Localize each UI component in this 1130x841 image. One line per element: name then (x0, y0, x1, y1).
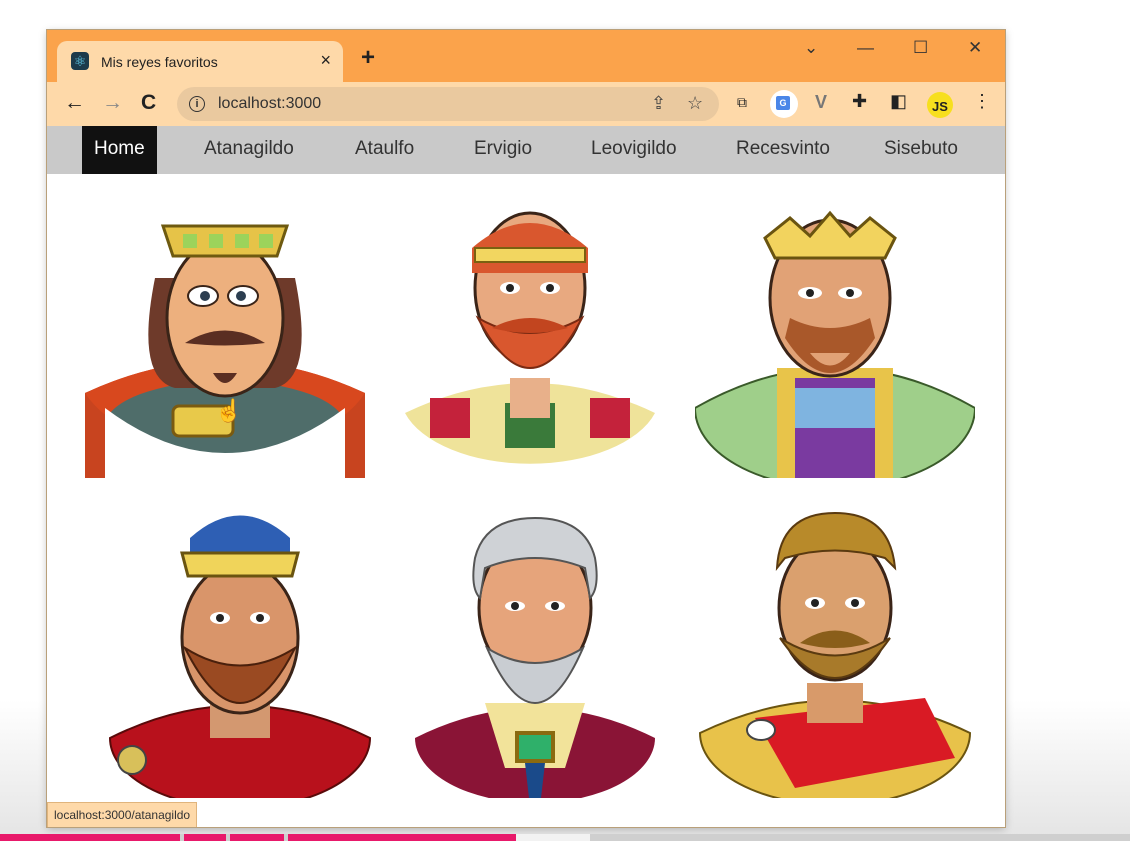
react-favicon-icon: ⚛ (71, 52, 89, 70)
hand-cursor-icon: ☝ (215, 398, 243, 423)
browser-window: ⚛ Mis reyes favoritos × + ⌄ — ☐ ✕ ← → C … (47, 30, 1005, 827)
king-illustration (85, 224, 365, 478)
king-portrait-sisebuto[interactable] (695, 498, 975, 798)
king-illustration (108, 515, 372, 798)
nav-link-atanagildo[interactable]: Atanagildo (192, 126, 306, 174)
site-info-icon[interactable]: i (189, 96, 205, 112)
king-portrait-leovigildo[interactable] (100, 498, 380, 798)
browser-tab[interactable]: ⚛ Mis reyes favoritos × (57, 41, 343, 82)
share-icon[interactable]: ⇪ (651, 93, 666, 114)
close-window-button[interactable]: ✕ (968, 38, 982, 58)
progress-segment (184, 834, 226, 841)
nav-link-ervigio[interactable]: Ervigio (462, 126, 544, 174)
cast-icon[interactable]: ⧉ (737, 94, 747, 111)
buffered-segment (516, 834, 590, 841)
status-bar-url: localhost:3000/atanagildo (47, 802, 198, 827)
translate-icon[interactable]: G (770, 90, 798, 118)
reload-button[interactable]: C (141, 91, 156, 115)
menu-icon[interactable]: ⋮ (973, 91, 991, 112)
nav-link-recesvinto[interactable]: Recesvinto (724, 126, 842, 174)
title-bar: ⚛ Mis reyes favoritos × + ⌄ — ☐ ✕ (47, 30, 1005, 82)
king-portrait-ataulfo[interactable] (390, 178, 670, 478)
nav-link-home[interactable]: Home (82, 126, 157, 174)
web-page: Home Atanagildo Ataulfo Ervigio Leovigil… (47, 126, 1005, 827)
king-portrait-ervigio[interactable] (695, 178, 975, 478)
tab-title: Mis reyes favoritos (101, 54, 218, 70)
tab-search-icon[interactable]: ⌄ (804, 38, 818, 58)
bookmark-star-icon[interactable]: ☆ (687, 93, 703, 114)
puzzle-extensions-icon[interactable]: ✚ (852, 91, 867, 112)
url-text[interactable]: localhost:3000 (218, 95, 321, 113)
tab-close-icon[interactable]: × (320, 50, 331, 71)
nav-link-sisebuto[interactable]: Sisebuto (872, 126, 970, 174)
progress-segment (288, 834, 516, 841)
js-extension-icon[interactable]: JS (927, 92, 953, 118)
side-panel-icon[interactable]: ◧ (890, 91, 907, 112)
king-portrait-recesvinto[interactable] (395, 498, 675, 798)
forward-button[interactable]: → (102, 91, 123, 115)
king-illustration (405, 211, 655, 464)
king-portrait-atanagildo[interactable] (85, 178, 365, 478)
nav-link-ataulfo[interactable]: Ataulfo (343, 126, 426, 174)
kings-navbar: Home Atanagildo Ataulfo Ervigio Leovigil… (47, 126, 1005, 174)
king-illustration (415, 516, 655, 798)
progress-segment (230, 834, 284, 841)
new-tab-button[interactable]: + (361, 46, 375, 70)
nav-link-leovigildo[interactable]: Leovigildo (579, 126, 689, 174)
vue-devtools-icon[interactable]: V (815, 92, 827, 113)
progress-segment (0, 834, 180, 841)
video-progress-bar[interactable] (0, 834, 1130, 841)
browser-toolbar: ← → C i localhost:3000 ⇪ ☆ ⧉ G V ✚ ◧ JS … (47, 82, 1005, 126)
minimize-button[interactable]: — (857, 38, 874, 58)
maximize-button[interactable]: ☐ (913, 38, 928, 58)
back-button[interactable]: ← (64, 91, 85, 115)
king-illustration (698, 511, 972, 798)
address-bar[interactable]: i localhost:3000 ⇪ ☆ (177, 87, 719, 121)
king-illustration (695, 210, 975, 478)
